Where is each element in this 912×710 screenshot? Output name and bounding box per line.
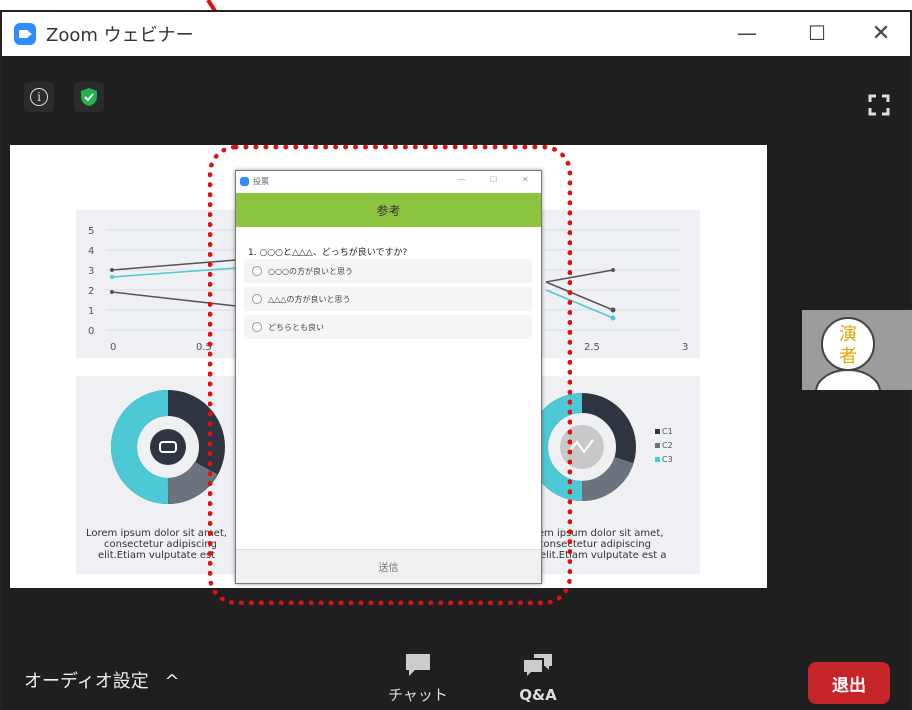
highlight-outline [208,145,572,605]
lorem-line: elit.Etiam vulputate est [98,550,215,561]
fullscreen-icon[interactable] [868,94,890,116]
x-tick: 0 [110,342,116,353]
audio-settings-button[interactable]: オーディオ設定 ^ [24,667,180,693]
y-tick: 4 [88,246,94,257]
lorem-line: consectetur adipiscing [104,539,217,550]
bottom-toolbar [2,622,910,710]
y-tick: 3 [88,266,94,277]
shield-check-icon [81,88,97,106]
x-tick: 3 [682,342,688,353]
qa-bubbles-icon [524,654,552,676]
security-button[interactable] [74,82,104,112]
y-tick: 5 [88,226,94,237]
legend-label: C3 [662,455,673,464]
speaker-char: 演 [839,324,857,345]
chat-button[interactable]: チャット [388,652,448,705]
y-tick: 0 [88,326,94,337]
y-tick: 2 [88,286,94,297]
zoom-logo-icon [14,23,36,45]
speaker-video[interactable]: 演 者 [802,310,912,390]
audio-settings-label: オーディオ設定 [24,671,149,692]
maximize-icon[interactable]: ☐ [800,18,834,48]
x-tick: 2.5 [584,342,600,353]
minimize-icon[interactable]: — [730,18,764,48]
speaker-char: 者 [839,346,857,367]
close-icon[interactable]: ✕ [864,18,898,48]
title-bar: Zoom ウェビナー — ☐ ✕ [2,12,910,56]
leave-button[interactable]: 退出 [808,662,890,704]
qa-button[interactable]: Q&A [518,652,558,704]
speaker-avatar: 演 者 [815,317,881,390]
qa-label: Q&A [519,686,557,704]
chat-bubble-icon [406,654,430,676]
legend-label: C2 [662,441,673,450]
chat-label: チャット [388,686,448,704]
info-button[interactable]: i [24,82,54,112]
info-icon: i [30,88,48,106]
lorem-line: Lorem ipsum dolor sit amet, [86,528,227,539]
legend-label: C1 [662,427,673,436]
chevron-up-icon[interactable]: ^ [164,671,179,692]
y-tick: 1 [88,306,94,317]
window-title: Zoom ウェビナー [46,25,194,46]
